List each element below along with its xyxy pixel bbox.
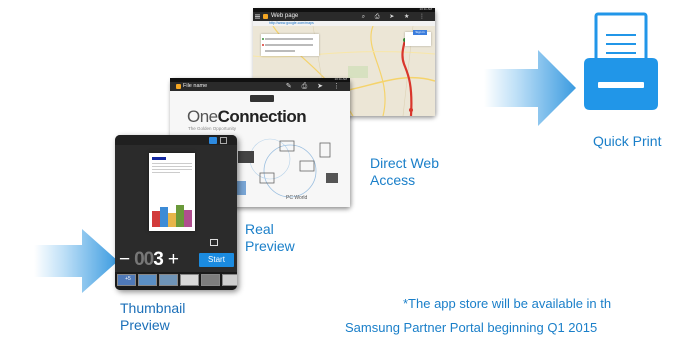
text-lines — [152, 163, 192, 175]
printer-icon — [584, 12, 658, 110]
document-toolbar[interactable] — [250, 95, 274, 102]
caption-line: Preview — [120, 317, 170, 333]
signin-button[interactable]: Sign in — [413, 30, 427, 35]
zoom-icon[interactable] — [165, 177, 183, 195]
copies-leading-zeros: 00 — [134, 249, 154, 270]
caption-line: Direct Web — [370, 155, 439, 171]
thumbnail-tile[interactable]: +5 — [117, 274, 136, 286]
thumbnail-tile[interactable] — [159, 274, 178, 286]
footnote: *The app store will be available in th S… — [345, 292, 681, 340]
menu-icon[interactable] — [255, 14, 260, 19]
action-icons[interactable]: ⌕ ⎙ ➤ ★ ⋮ — [362, 13, 429, 21]
arrow-right-icon — [484, 50, 576, 126]
increment-button[interactable]: + — [168, 249, 179, 270]
action-bar: File name ✎ ⎙ ➤ ⋮ — [170, 82, 350, 91]
caption-real-preview: Real Preview — [245, 221, 295, 255]
file-title: File name — [183, 83, 208, 89]
document-page-preview[interactable] — [149, 153, 195, 231]
footnote-line: Samsung Partner Portal beginning Q1 2015 — [345, 320, 598, 335]
document-brand: OneConnection — [187, 107, 307, 126]
start-button[interactable]: Start — [199, 253, 234, 267]
grid-mode-icon[interactable] — [220, 137, 227, 144]
caption-line: Quick Print — [593, 133, 662, 149]
footnote-line: *The app store will be available in th — [403, 296, 612, 311]
samsung-logo — [152, 157, 166, 160]
arrow-right-icon — [34, 229, 118, 293]
thumbnail-strip: +5 — [115, 272, 237, 290]
action-icons[interactable]: ✎ ⎙ ➤ ⋮ — [286, 82, 344, 91]
tile-badge: +5 — [125, 276, 131, 282]
copies-value: 3 — [153, 249, 164, 270]
status-time: 10:11 AM — [419, 7, 432, 11]
caption-line: Real — [245, 221, 274, 237]
directions-panel[interactable] — [261, 34, 319, 56]
decrement-button[interactable]: − — [119, 249, 130, 270]
pc-world-label: PC World — [286, 195, 308, 201]
browser-icon — [263, 14, 268, 19]
web-title: Web page — [271, 13, 299, 19]
thumbnail-tile[interactable] — [201, 274, 220, 286]
copies-stepper[interactable]: −003 + — [119, 250, 179, 270]
expand-icon[interactable] — [210, 239, 218, 246]
file-icon — [176, 84, 181, 89]
preview-mode-icon[interactable] — [209, 137, 217, 144]
caption-line: Preview — [245, 238, 295, 254]
caption-direct-web-access: Direct Web Access — [370, 155, 439, 189]
action-bar: Web page ⌕ ⎙ ➤ ★ ⋮ — [253, 12, 435, 21]
thumbnail-tile[interactable] — [222, 274, 237, 286]
top-bar — [115, 135, 237, 145]
url-text: http://www.google.com/maps — [269, 21, 314, 25]
document-tagline: The Golden Opportunity — [188, 126, 237, 131]
caption-thumbnail-preview: Thumbnail Preview — [120, 300, 185, 334]
caption-quick-print: Quick Print — [593, 133, 661, 150]
thumbnail-tile[interactable] — [138, 274, 157, 286]
thumbnail-preview-screenshot: −003 + Start +5 — [115, 135, 237, 290]
status-time: 10:11 AM — [334, 77, 347, 81]
houses-image — [152, 203, 192, 227]
thumbnail-tile[interactable] — [180, 274, 199, 286]
caption-line: Access — [370, 172, 416, 188]
caption-line: Thumbnail — [120, 300, 186, 316]
network-diagram — [234, 138, 338, 198]
